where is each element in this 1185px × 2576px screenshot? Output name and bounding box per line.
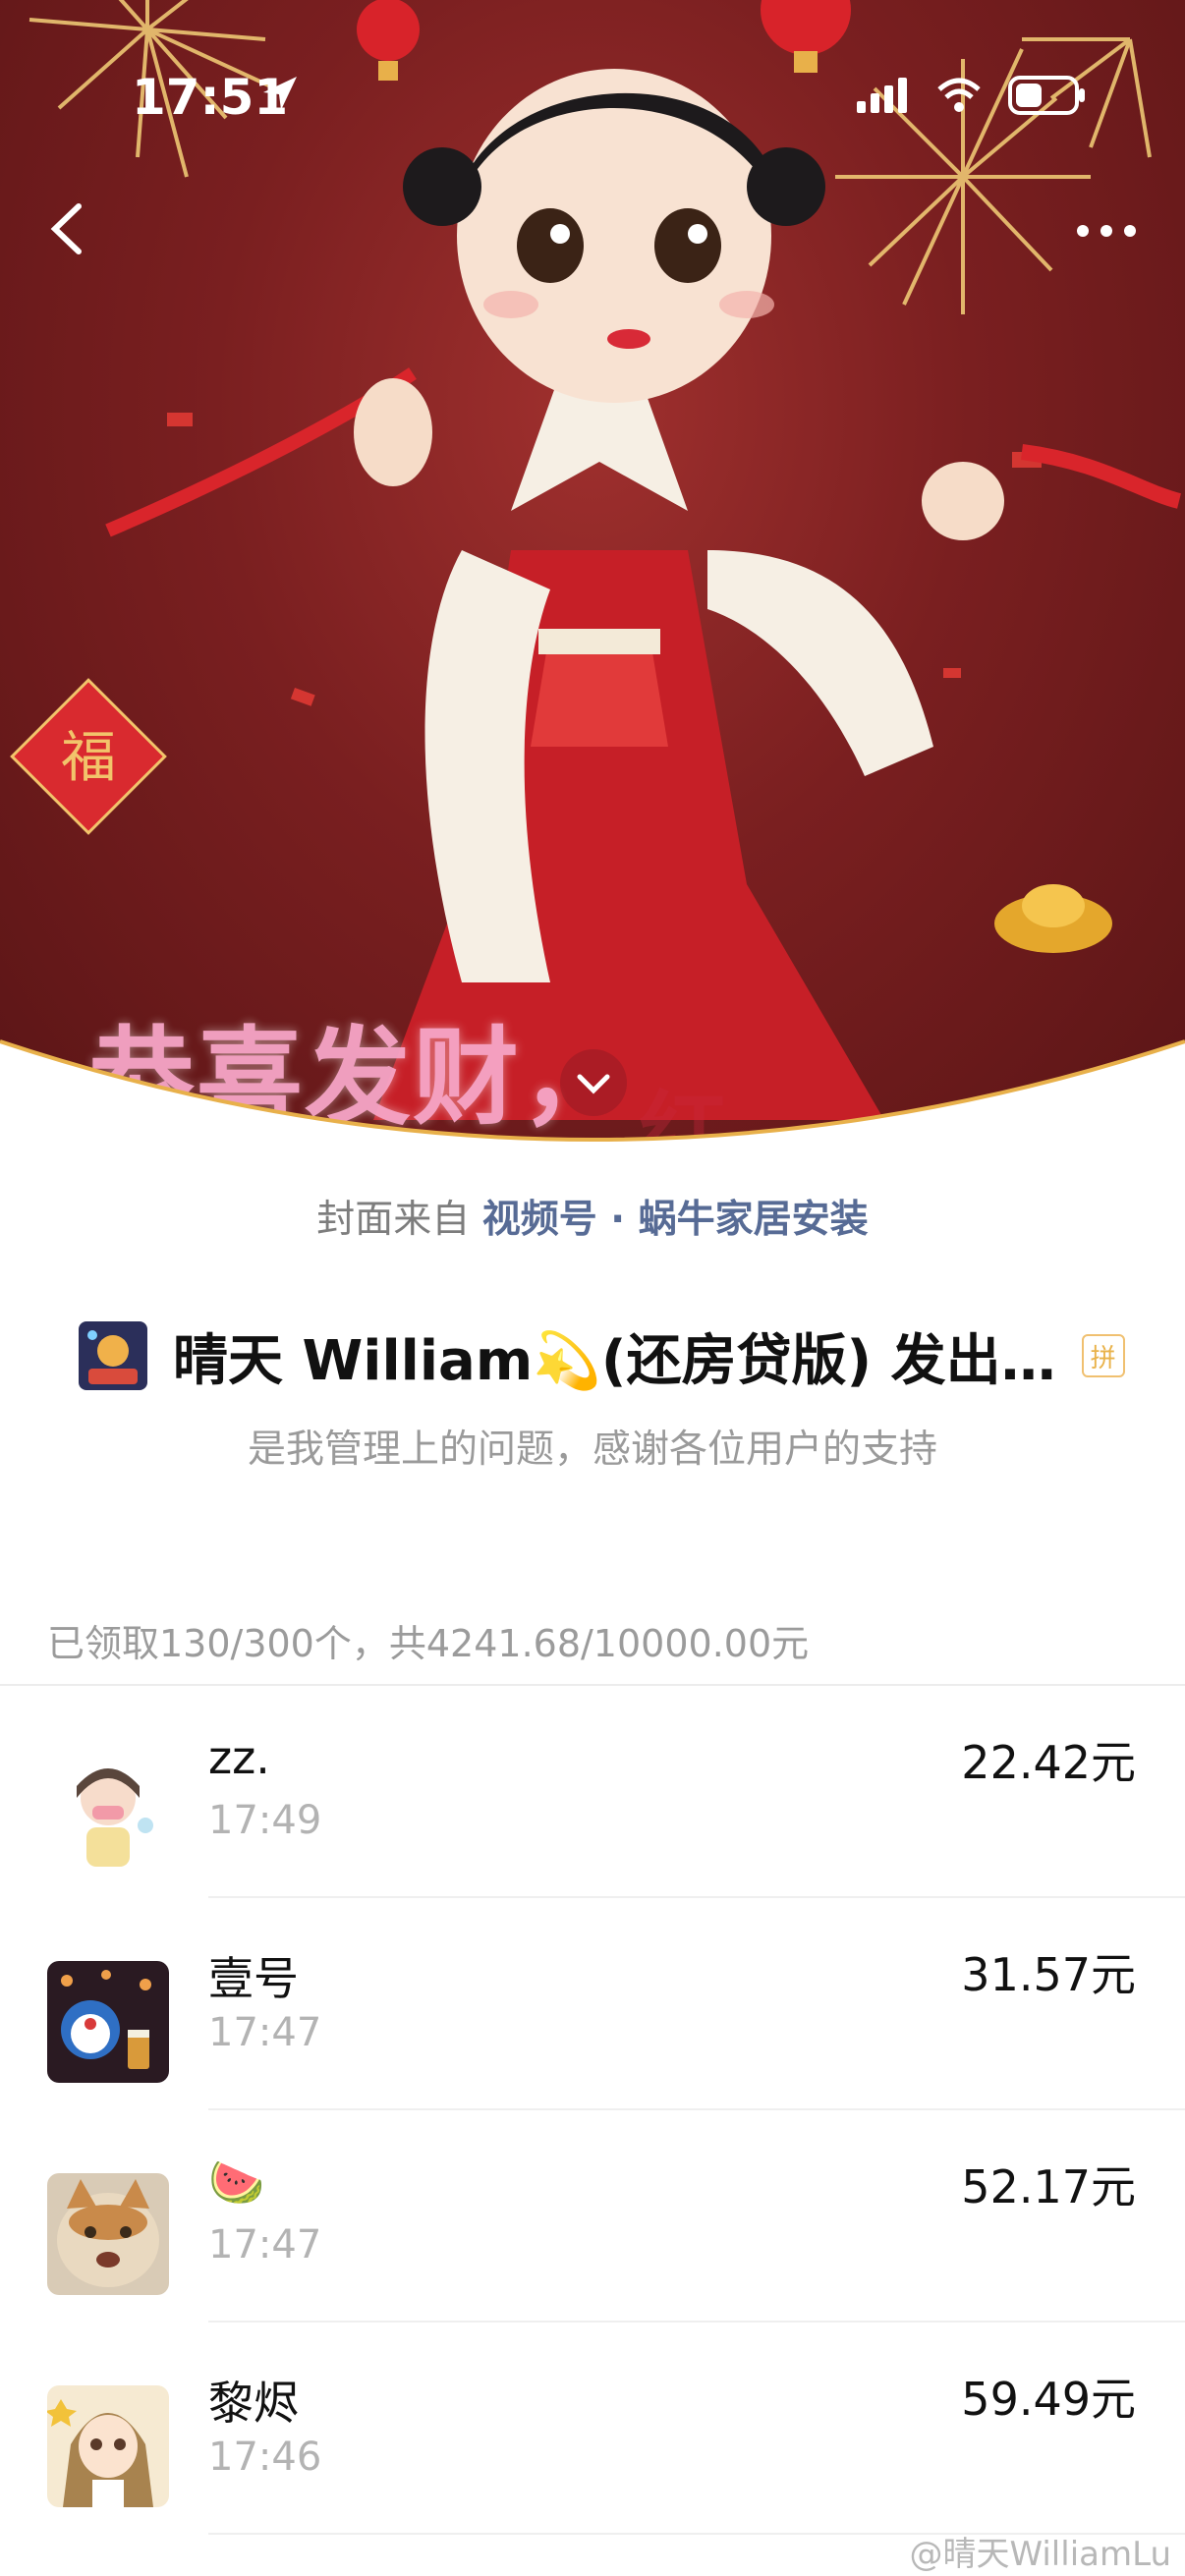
claim-amount: 52.17元 [961, 2160, 1136, 2213]
back-button[interactable] [39, 195, 98, 263]
claim-time: 17:47 [208, 2222, 322, 2268]
greeting-text: 是我管理上的问题，感谢各位用户的支持 [247, 1428, 937, 1472]
claim-summary: 已领取130/300个，共4241.68/10000.00元 [47, 1622, 810, 1665]
list-item[interactable]: zz. 17:49 22.42元 [0, 1686, 1185, 1898]
claim-time: 17:49 [208, 1798, 322, 1843]
sender-avatar[interactable] [79, 1321, 147, 1390]
list-item[interactable]: 黎烬 17:46 59.49元 [0, 2323, 1185, 2535]
claim-amount: 59.49元 [961, 2373, 1136, 2426]
cover-source: 封面来自 视频号 · 蜗牛家居安装 [0, 1189, 1185, 1244]
chevron-down-icon [577, 1074, 610, 1094]
ellipsis-icon [1077, 225, 1136, 237]
location-arrow-icon [263, 77, 297, 110]
avatar[interactable] [47, 2385, 169, 2507]
fu-character: 福 [61, 726, 116, 790]
chevron-left-icon [50, 203, 82, 254]
claim-time: 17:47 [208, 2010, 322, 2055]
avatar[interactable] [47, 1961, 169, 2083]
claim-amount: 31.57元 [961, 1948, 1136, 2001]
list-item[interactable]: 🍉 17:47 52.17元 [0, 2110, 1185, 2323]
claim-time: 17:46 [208, 2435, 322, 2480]
cellular-signal-icon [857, 78, 907, 113]
sender-row: 晴天 William💫(还房贷版) 发出… 拼 [79, 1316, 1125, 1395]
cover-image[interactable]: 福 恭喜发财， 红 17:51 [0, 0, 1185, 1159]
collapse-cover-button[interactable] [560, 1049, 627, 1116]
cover-source-prefix: 封面来自 [316, 1198, 482, 1242]
pin-badge: 拼 [1081, 1334, 1125, 1377]
claimer-name: 黎烬 [208, 2377, 299, 2430]
claim-amount: 22.42元 [961, 1736, 1136, 1789]
sender-name: 晴天 William💫(还房贷版) 发出… [173, 1328, 1056, 1393]
claim-list: zz. 17:49 22.42元 壹号 17:47 31.57元 🍉 17:47… [0, 1686, 1185, 2535]
status-indicators [855, 71, 1087, 120]
cover-source-link[interactable]: 视频号 · 蜗牛家居安装 [482, 1198, 869, 1242]
battery-icon [1008, 76, 1085, 115]
avatar[interactable] [47, 1749, 169, 1871]
wifi-icon [937, 78, 981, 112]
watermark: @晴天WilliamLu [909, 2535, 1171, 2574]
list-item[interactable]: 壹号 17:47 31.57元 [0, 1898, 1185, 2110]
avatar[interactable] [47, 2173, 169, 2295]
more-button[interactable] [1067, 206, 1146, 255]
claimer-name: 壹号 [208, 1952, 299, 2005]
claimer-name: 🍉 [208, 2156, 265, 2209]
claimer-name: zz. [208, 1731, 270, 1784]
cover-illustration: 福 [10, 0, 1182, 1120]
